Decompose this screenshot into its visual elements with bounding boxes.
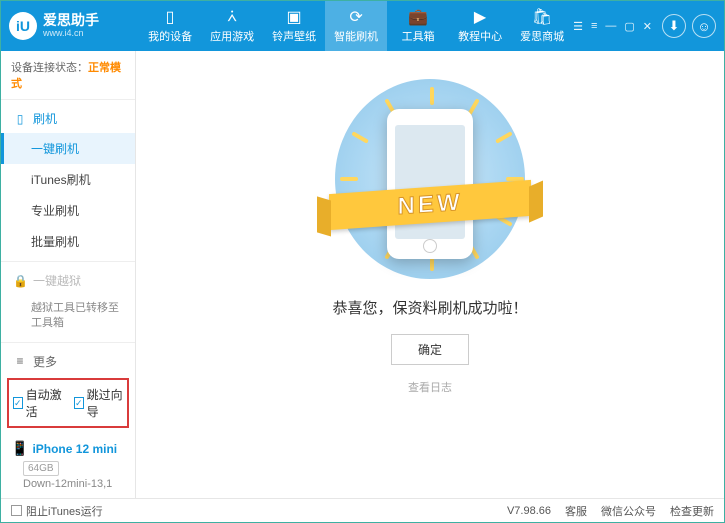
ok-button[interactable]: 确定 <box>391 334 469 365</box>
download-button[interactable]: ⬇ <box>662 14 686 38</box>
nav-tab-label: 工具箱 <box>402 28 435 44</box>
settings-icon[interactable]: ≡ <box>591 20 597 33</box>
ray-icon <box>340 177 358 181</box>
nav-tab-label: 我的设备 <box>148 28 192 44</box>
sidebar-header-label: 一键越狱 <box>33 272 81 289</box>
menu-icon[interactable]: ☰ <box>573 20 583 33</box>
nav-tab-label: 爱思商城 <box>520 28 564 44</box>
checkbox-icon <box>11 505 22 516</box>
nav-tab-icon: ⟳ <box>349 8 362 26</box>
device-storage-badge: 64GB <box>23 461 59 476</box>
nav-tab-icon: ▣ <box>287 8 302 26</box>
nav-tab-1[interactable]: ⩑ 应用游戏 <box>201 1 263 51</box>
lock-icon: 🔒 <box>13 274 27 288</box>
success-illustration: NEW <box>335 79 525 279</box>
nav-tab-5[interactable]: ▶ 教程中心 <box>449 1 511 51</box>
app-logo-icon: iU <box>9 12 37 40</box>
sidebar-header-label: 刷机 <box>33 110 57 127</box>
device-subtext: Down-12mini-13,1 <box>1 478 135 498</box>
checkbox-auto-activate[interactable]: ✓ 自动激活 <box>13 386 62 420</box>
connection-status: 设备连接状态：正常模式 <box>1 51 135 100</box>
minimize-icon[interactable]: — <box>605 20 616 33</box>
sidebar: 设备连接状态：正常模式 ▯ 刷机 一键刷机iTunes刷机专业刷机批量刷机 🔒 … <box>1 51 136 498</box>
checkbox-block-itunes[interactable]: 阻止iTunes运行 <box>11 503 103 519</box>
checkbox-label: 跳过向导 <box>87 386 123 420</box>
nav-tab-label: 教程中心 <box>458 28 502 44</box>
status-bar: 阻止iTunes运行 V7.98.66 客服 微信公众号 检查更新 <box>1 498 724 522</box>
sidebar-group-flash: ▯ 刷机 一键刷机iTunes刷机专业刷机批量刷机 <box>1 100 135 262</box>
close-icon[interactable]: ✕ <box>643 20 652 33</box>
sidebar-group-jailbreak: 🔒 一键越狱 越狱工具已转移至工具箱 <box>1 262 135 343</box>
nav-tab-0[interactable]: ▯ 我的设备 <box>139 1 201 51</box>
footer-link-update[interactable]: 检查更新 <box>670 503 714 519</box>
sidebar-header-jailbreak[interactable]: 🔒 一键越狱 <box>1 266 135 295</box>
nav-tab-4[interactable]: 💼 工具箱 <box>387 1 449 51</box>
app-url: www.i4.cn <box>43 29 99 39</box>
version-label: V7.98.66 <box>507 505 551 517</box>
checkbox-icon: ✓ <box>13 397 23 409</box>
checkbox-label: 阻止iTunes运行 <box>26 503 103 519</box>
checkbox-icon: ✓ <box>74 397 84 409</box>
nav-tab-2[interactable]: ▣ 铃声壁纸 <box>263 1 325 51</box>
sidebar-item-flash-2[interactable]: 专业刷机 <box>1 195 135 226</box>
success-message: 恭喜您，保资料刷机成功啦！ <box>332 297 527 318</box>
nav-tab-icon: ▯ <box>166 8 175 26</box>
nav-tab-icon: 💼 <box>408 8 428 26</box>
nav-tab-3[interactable]: ⟳ 智能刷机 <box>325 1 387 51</box>
account-button[interactable]: ☺ <box>692 14 716 38</box>
nav-tab-icon: ▶ <box>474 8 486 26</box>
sidebar-item-flash-1[interactable]: iTunes刷机 <box>1 164 135 195</box>
sidebar-item-flash-0[interactable]: 一键刷机 <box>1 133 135 164</box>
window-controls: ☰ ≡ — ▢ ✕ <box>573 20 652 33</box>
nav-tab-icon: 🛍 <box>532 8 552 26</box>
checkbox-label: 自动激活 <box>26 386 62 420</box>
nav-tab-label: 应用游戏 <box>210 28 254 44</box>
nav-tab-label: 铃声壁纸 <box>272 28 316 44</box>
title-bar: iU 爱思助手 www.i4.cn ▯ 我的设备 ⩑ 应用游戏 ▣ 铃声壁纸 ⟳ 智能刷机 💼 工… <box>1 1 724 51</box>
more-icon: ≡ <box>13 354 27 368</box>
sidebar-item-flash-3[interactable]: 批量刷机 <box>1 226 135 257</box>
device-row[interactable]: 📱 iPhone 12 mini <box>1 434 135 459</box>
sidebar-header-flash[interactable]: ▯ 刷机 <box>1 104 135 133</box>
view-log-link[interactable]: 查看日志 <box>408 379 452 395</box>
maximize-icon[interactable]: ▢ <box>624 20 634 33</box>
nav-tabs: ▯ 我的设备 ⩑ 应用游戏 ▣ 铃声壁纸 ⟳ 智能刷机 💼 工具箱 ▶ 教程中心 🛍 爱思商城 <box>139 1 573 51</box>
sidebar-header-label: 更多 <box>33 353 57 370</box>
status-label: 设备连接状态： <box>11 62 88 74</box>
nav-tab-icon: ⩑ <box>227 8 237 26</box>
nav-tab-6[interactable]: 🛍 爱思商城 <box>511 1 573 51</box>
options-highlight-box: ✓ 自动激活 ✓ 跳过向导 <box>7 378 129 428</box>
sidebar-header-more[interactable]: ≡ 更多 <box>1 347 135 372</box>
footer-link-wechat[interactable]: 微信公众号 <box>601 503 656 519</box>
main-content: NEW 恭喜您，保资料刷机成功啦！ 确定 查看日志 <box>136 51 724 498</box>
jailbreak-note: 越狱工具已转移至工具箱 <box>1 295 135 338</box>
device-name: iPhone 12 mini <box>32 442 117 456</box>
logo-area: iU 爱思助手 www.i4.cn <box>9 12 139 40</box>
checkbox-skip-guide[interactable]: ✓ 跳过向导 <box>74 386 123 420</box>
sidebar-group-more: ≡ 更多 其他工具下载固件高级功能 <box>1 343 135 372</box>
ray-icon <box>430 87 434 105</box>
footer-link-support[interactable]: 客服 <box>565 503 587 519</box>
phone-icon: ▯ <box>13 112 27 126</box>
nav-tab-label: 智能刷机 <box>334 28 378 44</box>
app-title: 爱思助手 <box>43 13 99 28</box>
device-icon: 📱 <box>11 440 28 457</box>
